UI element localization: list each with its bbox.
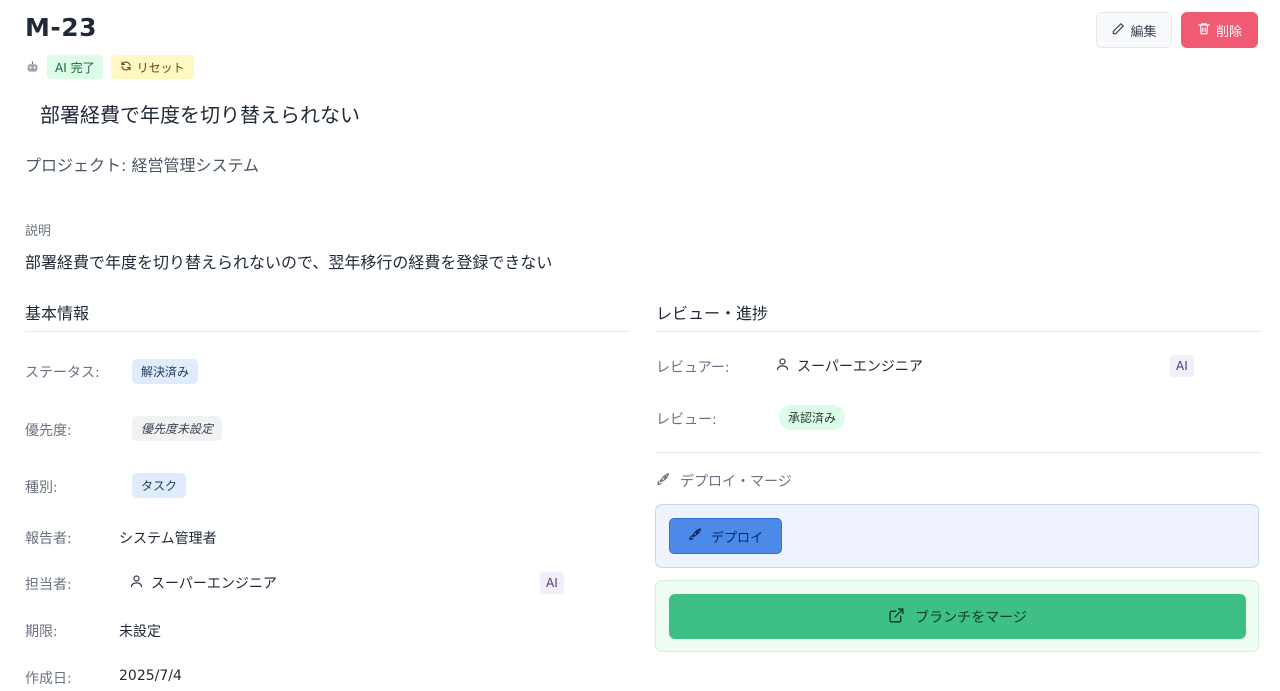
merge-branch-button[interactable]: ブランチをマージ xyxy=(669,594,1246,639)
status-label: ステータス: xyxy=(25,365,100,381)
pencil-icon xyxy=(1111,22,1125,39)
description-label: 説明 xyxy=(25,224,52,239)
deploy-heading: デプロイ・マージ xyxy=(656,471,792,491)
deploy-button[interactable]: デプロイ xyxy=(669,518,782,554)
issue-key: M-23 xyxy=(25,13,98,42)
deploy-panel: デプロイ xyxy=(655,504,1259,568)
reviewer-name: スーパーエンジニア xyxy=(797,359,923,375)
due-label: 期限: xyxy=(25,624,58,640)
issue-badges: AI 完了 リセット xyxy=(25,55,194,79)
delete-label: 削除 xyxy=(1215,23,1242,39)
deploy-divider xyxy=(656,452,1260,453)
priority-label: 優先度: xyxy=(25,423,72,439)
review-status-label: レビュー: xyxy=(656,412,717,428)
user-icon xyxy=(775,356,790,376)
merge-panel: ブランチをマージ xyxy=(655,580,1259,652)
priority-badge: 優先度未設定 xyxy=(132,416,223,441)
ai-status-badge: AI 完了 xyxy=(47,55,103,79)
review-divider xyxy=(656,331,1260,332)
due-value: 未設定 xyxy=(119,624,161,640)
robot-icon xyxy=(25,60,39,74)
edit-label: 編集 xyxy=(1130,23,1157,39)
assignee-ai-tag: AI xyxy=(540,572,564,594)
review-status-badge: 承認済み xyxy=(779,405,846,430)
reset-label: リセット xyxy=(136,60,185,75)
assignee-value: スーパーエンジニア xyxy=(129,573,277,593)
created-label: 作成日: xyxy=(25,671,72,687)
user-icon xyxy=(129,573,144,593)
deploy-button-label: デプロイ xyxy=(710,529,763,545)
type-badge: タスク xyxy=(132,473,187,498)
issue-title: 部署経費で年度を切り替えられない xyxy=(40,103,360,127)
edit-button[interactable]: 編集 xyxy=(1096,12,1172,48)
rocket-icon xyxy=(688,527,703,545)
reporter-label: 報告者: xyxy=(25,531,72,547)
project-name: プロジェクト: 経営管理システム xyxy=(25,156,259,175)
reviewer-ai-tag: AI xyxy=(1170,355,1194,377)
basic-info-heading: 基本情報 xyxy=(25,304,90,323)
assignee-name: スーパーエンジニア xyxy=(151,576,277,592)
rocket-icon xyxy=(656,472,671,491)
description-text: 部署経費で年度を切り替えられないので、翌年移行の経費を登録できない xyxy=(25,253,553,272)
external-link-icon xyxy=(888,607,905,627)
reviewer-value: スーパーエンジニア xyxy=(775,356,923,376)
assignee-label: 担当者: xyxy=(25,577,72,593)
reporter-value: システム管理者 xyxy=(119,531,217,547)
reset-button[interactable]: リセット xyxy=(110,55,194,79)
trash-icon xyxy=(1197,21,1211,39)
refresh-icon xyxy=(120,60,132,75)
merge-button-label: ブランチをマージ xyxy=(915,608,1027,625)
deploy-heading-label: デプロイ・マージ xyxy=(680,474,792,490)
delete-button[interactable]: 削除 xyxy=(1181,12,1258,48)
reviewer-label: レビュアー: xyxy=(656,360,730,376)
issue-actions: 編集 削除 xyxy=(1096,12,1258,48)
type-label: 種別: xyxy=(25,480,58,496)
basic-info-divider xyxy=(25,331,629,332)
created-value: 2025/7/4 xyxy=(119,668,182,684)
review-heading: レビュー・進捗 xyxy=(656,304,769,323)
status-badge: 解決済み xyxy=(132,359,199,384)
